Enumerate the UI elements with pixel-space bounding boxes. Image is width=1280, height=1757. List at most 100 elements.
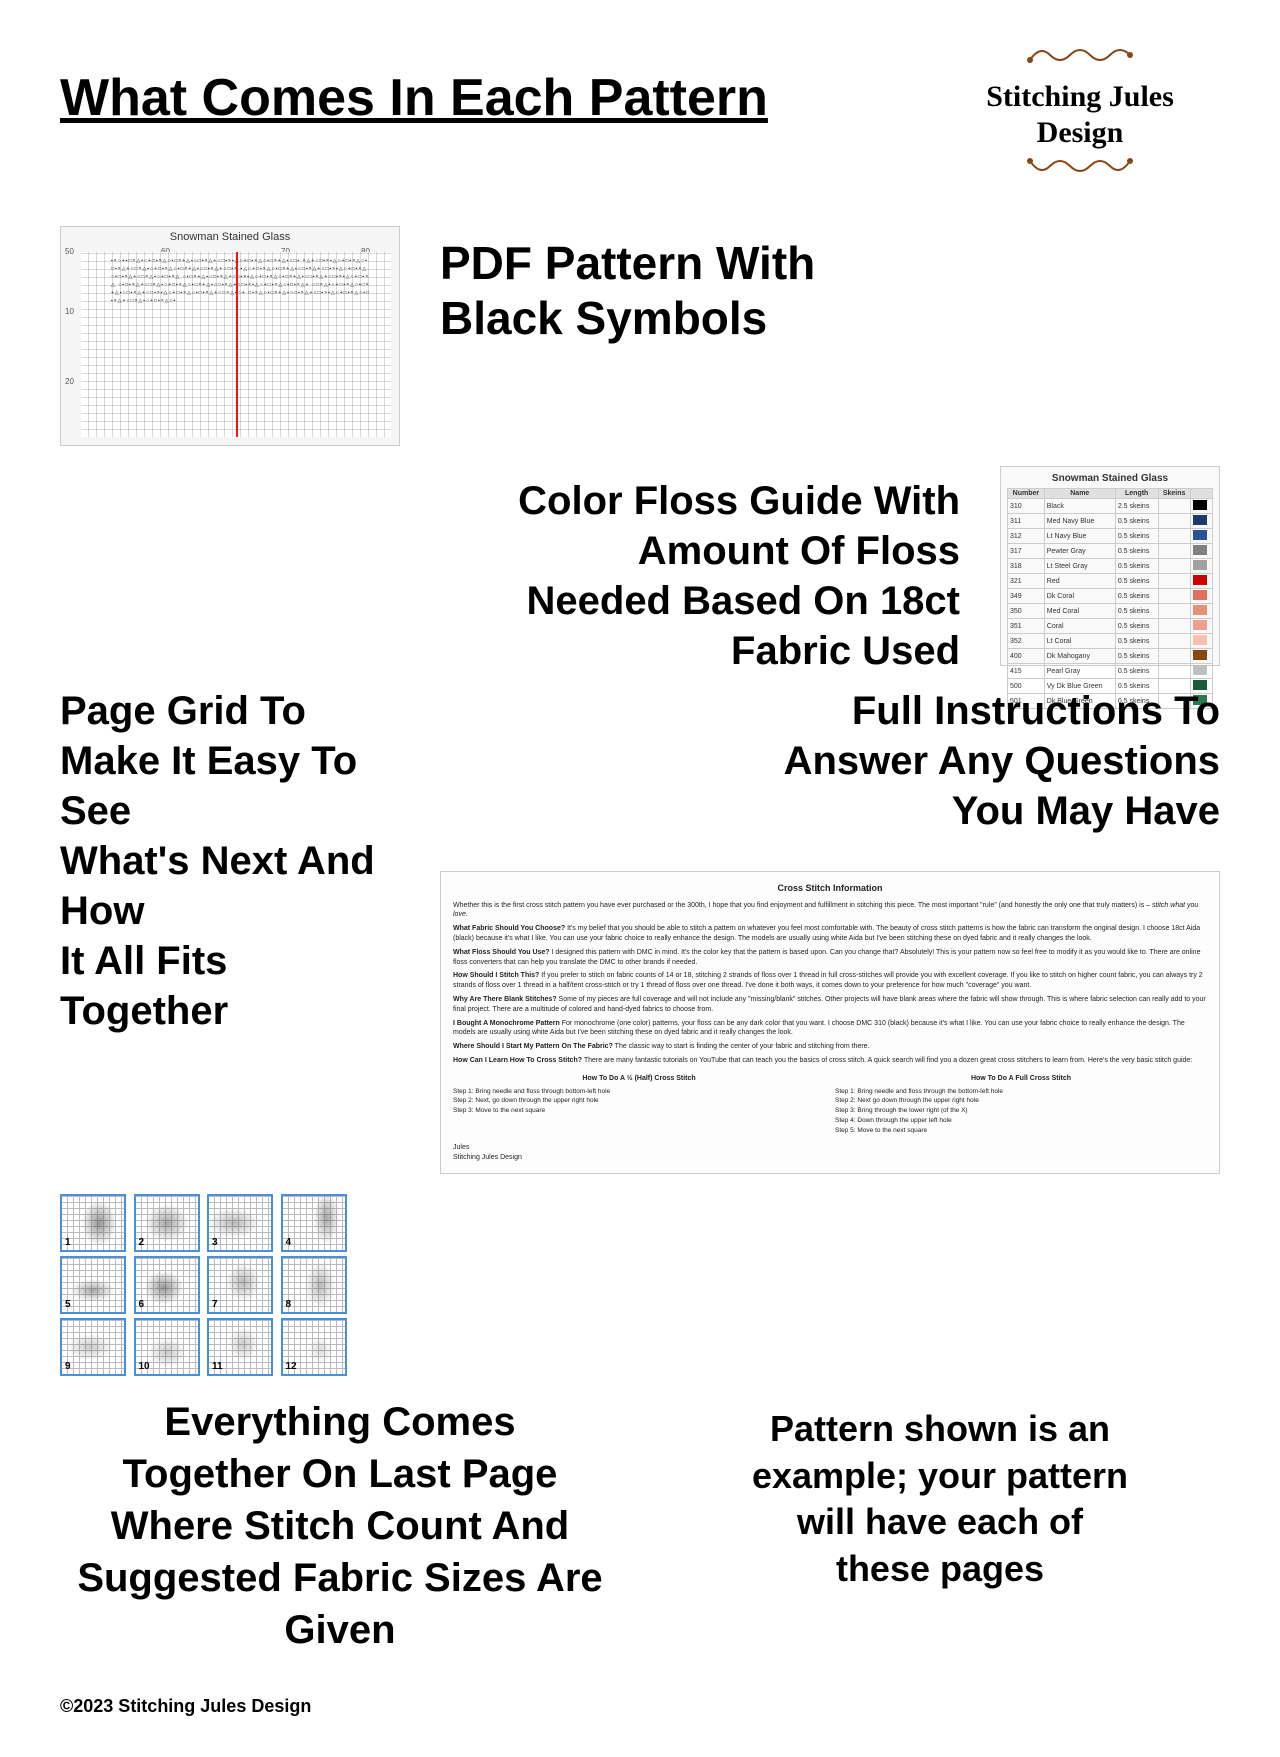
page: What Comes In Each Pattern Stitching Jul… (0, 0, 1280, 1757)
stitch-how-to: How To Do A ½ (Half) Cross Stitch Step 1… (453, 1074, 1207, 1136)
floss-row: 317 Pewter Gray 0.5 skeins (1008, 544, 1213, 559)
floss-row: 400 Dk Mahogany 0.5 skeins (1008, 649, 1213, 664)
right-column: Full Instructions To Answer Any Question… (440, 686, 1220, 1174)
tile-number: 1 (65, 1237, 71, 1248)
tile-number: 12 (286, 1361, 297, 1372)
page-tile: 11 (207, 1318, 273, 1376)
tile-number: 11 (212, 1361, 223, 1372)
logo-ornament-top (940, 40, 1220, 77)
instructions-label: Full Instructions To Answer Any Question… (440, 686, 1220, 836)
tile-stitch (283, 1196, 345, 1250)
logo-area: Stitching Jules Design (940, 40, 1220, 186)
floss-row: 321 Red 0.5 skeins (1008, 574, 1213, 589)
tile-number: 6 (139, 1299, 145, 1310)
sign-off: JulesStitching Jules Design (453, 1143, 1207, 1163)
tile-number: 9 (65, 1361, 71, 1372)
tile-content (136, 1258, 198, 1312)
floss-guide-preview: Snowman Stained Glass Number Name Length… (1000, 466, 1220, 666)
tile-content (283, 1196, 345, 1250)
logo-text: Stitching Jules Design (940, 79, 1220, 151)
page-grid-text: Page Grid To Make It Easy To See What's … (60, 686, 400, 1036)
pages-grid: 1 2 3 4 5 6 (60, 1194, 350, 1376)
section-pdf: Snowman Stained Glass 50 60 70 80 10 20 … (60, 226, 1220, 446)
tile-stitch (62, 1258, 124, 1312)
tile-content (209, 1258, 271, 1312)
tile-content (283, 1258, 345, 1312)
floss-table: Number Name Length Skeins 310 Black 2.5 … (1007, 488, 1213, 709)
floss-row: 351 Coral 0.5 skeins (1008, 619, 1213, 634)
pattern-example-text: Pattern shown is an example; your patter… (660, 1396, 1220, 1593)
info-paragraph-8: How Can I Learn How To Cross Stitch? The… (453, 1056, 1207, 1066)
floss-row: 349 Dk Coral 0.5 skeins (1008, 589, 1213, 604)
tile-stitch (62, 1196, 124, 1250)
floss-row: 415 Pearl Gray 0.5 skeins (1008, 664, 1213, 679)
floss-row: 311 Med Navy Blue 0.5 skeins (1008, 514, 1213, 529)
tile-content (62, 1196, 124, 1250)
page-tile: 10 (134, 1318, 200, 1376)
page-tile: 2 (134, 1194, 200, 1252)
section-grid-instructions: Page Grid To Make It Easy To See What's … (60, 686, 1220, 1174)
floss-label: Color Floss Guide With Amount Of Floss N… (60, 476, 960, 676)
section-bottom: Everything Comes Together On Last Page W… (60, 1396, 1220, 1656)
tile-stitch (136, 1196, 198, 1250)
tile-stitch (136, 1258, 198, 1312)
copyright: ©2023 Stitching Jules Design (60, 1696, 1220, 1717)
page-tile: 7 (207, 1256, 273, 1314)
grid-pages-row: 1 2 3 4 5 6 (60, 1194, 1220, 1376)
page-tile: 8 (281, 1256, 347, 1314)
tile-stitch (209, 1258, 271, 1312)
info-paragraph-2: What Fabric Should You Choose? It's my b… (453, 924, 1207, 944)
page-tile: 5 (60, 1256, 126, 1314)
pattern-example-label: Pattern shown is an example; your patter… (660, 1406, 1220, 1593)
page-tile: 9 (60, 1318, 126, 1376)
info-paragraph-6: I Bought A Monochrome Pattern For monoch… (453, 1019, 1207, 1039)
page-grid-label: Page Grid To Make It Easy To See What's … (60, 686, 400, 1036)
info-paragraph-1: Whether this is the first cross stitch p… (453, 901, 1207, 921)
pdf-text-area: PDF Pattern With Black Symbols (440, 226, 1220, 346)
tile-content (209, 1196, 271, 1250)
everything-label: Everything Comes Together On Last Page W… (60, 1396, 620, 1656)
tile-number: 8 (286, 1299, 292, 1310)
tile-number: 7 (212, 1299, 218, 1310)
page-tile: 12 (281, 1318, 347, 1376)
floss-row: 350 Med Coral 0.5 skeins (1008, 604, 1213, 619)
floss-row: 318 Lt Steel Gray 0.5 skeins (1008, 559, 1213, 574)
page-tile: 3 (207, 1194, 273, 1252)
info-paragraph-5: Why Are There Blank Stitches? Some of my… (453, 995, 1207, 1015)
tile-number: 4 (286, 1237, 292, 1248)
info-paragraph-4: How Should I Stitch This? If you prefer … (453, 971, 1207, 991)
half-stitch-col: How To Do A ½ (Half) Cross Stitch Step 1… (453, 1074, 825, 1136)
info-paragraph-7: Where Should I Start My Pattern On The F… (453, 1042, 1207, 1052)
pattern-preview: Snowman Stained Glass 50 60 70 80 10 20 … (60, 226, 400, 446)
header: What Comes In Each Pattern Stitching Jul… (60, 40, 1220, 186)
tile-number: 2 (139, 1237, 145, 1248)
pdf-label: PDF Pattern With Black Symbols (440, 236, 815, 346)
floss-row: 310 Black 2.5 skeins (1008, 499, 1213, 514)
tile-number: 5 (65, 1299, 71, 1310)
page-tile: 1 (60, 1194, 126, 1252)
tile-stitch (62, 1320, 124, 1374)
tile-content (62, 1258, 124, 1312)
footer: ©2023 Stitching Jules Design (60, 1696, 1220, 1717)
tile-stitch (209, 1196, 271, 1250)
info-doc: Cross Stitch Information Whether this is… (440, 871, 1220, 1174)
full-stitch-col: How To Do A Full Cross Stitch Step 1: Br… (835, 1074, 1207, 1136)
logo-ornament-bottom (940, 151, 1220, 186)
everything-text: Everything Comes Together On Last Page W… (60, 1396, 620, 1656)
floss-text-area: Color Floss Guide With Amount Of Floss N… (60, 466, 960, 676)
full-stitch-steps: Step 1: Bring needle and floss through t… (835, 1087, 1207, 1136)
page-tile: 4 (281, 1194, 347, 1252)
floss-row: 352 Lt Coral 0.5 skeins (1008, 634, 1213, 649)
page-tile: 6 (134, 1256, 200, 1314)
page-title: What Comes In Each Pattern (60, 70, 768, 127)
preview-title: Snowman Stained Glass (166, 227, 294, 247)
tile-content (136, 1196, 198, 1250)
section-floss: Color Floss Guide With Amount Of Floss N… (60, 466, 1220, 676)
floss-row: 312 Lt Navy Blue 0.5 skeins (1008, 529, 1213, 544)
tile-stitch (283, 1258, 345, 1312)
tile-content (62, 1320, 124, 1374)
tile-number: 10 (139, 1361, 150, 1372)
half-stitch-steps: Step 1: Bring needle and floss through b… (453, 1087, 825, 1116)
info-paragraph-3: What Floss Should You Use? I designed th… (453, 948, 1207, 968)
tile-number: 3 (212, 1237, 218, 1248)
